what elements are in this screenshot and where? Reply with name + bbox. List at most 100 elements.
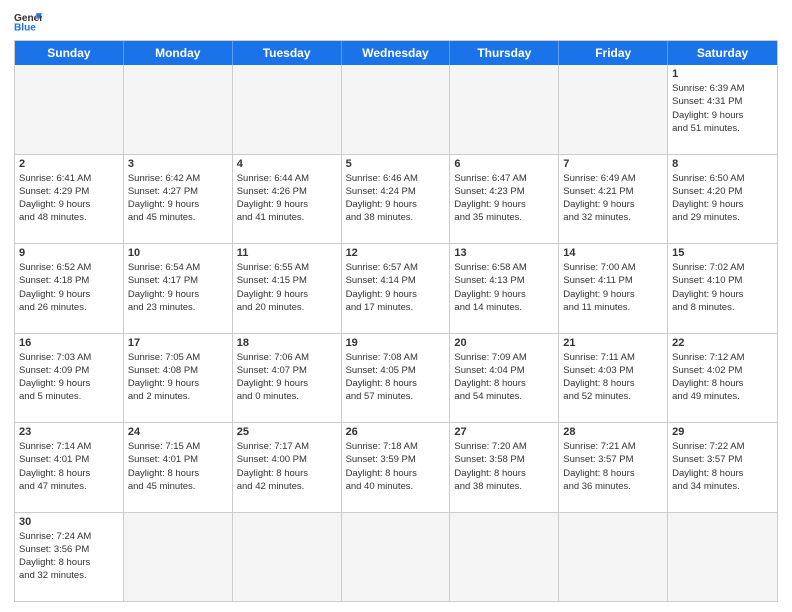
day-cell-21: 21 Sunrise: 7:11 AM Sunset: 4:03 PM Dayli… bbox=[559, 334, 668, 423]
day-cell-11: 11Sunrise: 6:55 AM Sunset: 4:15 PM Dayli… bbox=[233, 244, 342, 333]
week-row-2: 2 Sunrise: 6:41 AM Sunset: 4:29 PM Daylig… bbox=[15, 155, 777, 245]
day-cell-2: 2 Sunrise: 6:41 AM Sunset: 4:29 PM Daylig… bbox=[15, 155, 124, 244]
week-row-1: 1 Sunrise: 6:39 AM Sunset: 4:31 PM Daylig… bbox=[15, 65, 777, 155]
day-info: Sunrise: 7:08 AM Sunset: 4:05 PM Dayligh… bbox=[346, 351, 446, 404]
day-cell-empty bbox=[559, 513, 668, 602]
day-number: 28 bbox=[563, 426, 663, 438]
day-info: Sunrise: 6:41 AM Sunset: 4:29 PM Dayligh… bbox=[19, 172, 119, 225]
day-cell-5: 5 Sunrise: 6:46 AM Sunset: 4:24 PM Daylig… bbox=[342, 155, 451, 244]
day-headers-row: SundayMondayTuesdayWednesdayThursdayFrid… bbox=[15, 41, 777, 65]
day-info: Sunrise: 6:42 AM Sunset: 4:27 PM Dayligh… bbox=[128, 172, 228, 225]
day-cell-28: 28 Sunrise: 7:21 AM Sunset: 3:57 PM Dayli… bbox=[559, 423, 668, 512]
day-cell-empty bbox=[450, 513, 559, 602]
day-number: 17 bbox=[128, 337, 228, 349]
day-info: Sunrise: 7:21 AM Sunset: 3:57 PM Dayligh… bbox=[563, 440, 663, 493]
day-info: Sunrise: 7:18 AM Sunset: 3:59 PM Dayligh… bbox=[346, 440, 446, 493]
day-cell-7: 7Sunrise: 6:49 AM Sunset: 4:21 PM Daylig… bbox=[559, 155, 668, 244]
day-info: Sunrise: 7:17 AM Sunset: 4:00 PM Dayligh… bbox=[237, 440, 337, 493]
day-header-tuesday: Tuesday bbox=[233, 41, 342, 65]
day-info: Sunrise: 7:06 AM Sunset: 4:07 PM Dayligh… bbox=[237, 351, 337, 404]
day-info: Sunrise: 6:50 AM Sunset: 4:20 PM Dayligh… bbox=[672, 172, 773, 225]
day-number: 10 bbox=[128, 247, 228, 259]
day-info: Sunrise: 7:09 AM Sunset: 4:04 PM Dayligh… bbox=[454, 351, 554, 404]
day-cell-10: 10Sunrise: 6:54 AM Sunset: 4:17 PM Dayli… bbox=[124, 244, 233, 333]
day-number: 16 bbox=[19, 337, 119, 349]
day-info: Sunrise: 7:24 AM Sunset: 3:56 PM Dayligh… bbox=[19, 530, 119, 583]
day-info: Sunrise: 7:02 AM Sunset: 4:10 PM Dayligh… bbox=[672, 261, 773, 314]
day-number: 30 bbox=[19, 516, 119, 528]
day-number: 19 bbox=[346, 337, 446, 349]
day-cell-30: 30 Sunrise: 7:24 AM Sunset: 3:56 PM Dayli… bbox=[15, 513, 124, 602]
day-number: 9 bbox=[19, 247, 119, 259]
day-info: Sunrise: 6:57 AM Sunset: 4:14 PM Dayligh… bbox=[346, 261, 446, 314]
day-info: Sunrise: 7:20 AM Sunset: 3:58 PM Dayligh… bbox=[454, 440, 554, 493]
day-info: Sunrise: 7:12 AM Sunset: 4:02 PM Dayligh… bbox=[672, 351, 773, 404]
day-info: Sunrise: 7:22 AM Sunset: 3:57 PM Dayligh… bbox=[672, 440, 773, 493]
day-cell-empty bbox=[124, 513, 233, 602]
day-number: 15 bbox=[672, 247, 773, 259]
day-number: 27 bbox=[454, 426, 554, 438]
generalblue-logo-icon: General Blue bbox=[14, 10, 42, 32]
day-info: Sunrise: 6:47 AM Sunset: 4:23 PM Dayligh… bbox=[454, 172, 554, 225]
day-cell-23: 23Sunrise: 7:14 AM Sunset: 4:01 PM Dayli… bbox=[15, 423, 124, 512]
day-number: 7 bbox=[563, 158, 663, 170]
day-cell-empty bbox=[342, 513, 451, 602]
page: General Blue SundayMondayTuesdayWednesda… bbox=[0, 0, 792, 612]
day-info: Sunrise: 6:39 AM Sunset: 4:31 PM Dayligh… bbox=[672, 82, 773, 135]
day-cell-6: 6 Sunrise: 6:47 AM Sunset: 4:23 PM Daylig… bbox=[450, 155, 559, 244]
day-number: 5 bbox=[346, 158, 446, 170]
day-cell-empty bbox=[559, 65, 668, 154]
day-number: 11 bbox=[237, 247, 337, 259]
day-header-monday: Monday bbox=[124, 41, 233, 65]
day-number: 24 bbox=[128, 426, 228, 438]
day-number: 3 bbox=[128, 158, 228, 170]
day-cell-9: 9 Sunrise: 6:52 AM Sunset: 4:18 PM Daylig… bbox=[15, 244, 124, 333]
day-info: Sunrise: 7:00 AM Sunset: 4:11 PM Dayligh… bbox=[563, 261, 663, 314]
day-cell-25: 25 Sunrise: 7:17 AM Sunset: 4:00 PM Dayli… bbox=[233, 423, 342, 512]
day-number: 21 bbox=[563, 337, 663, 349]
day-header-wednesday: Wednesday bbox=[342, 41, 451, 65]
day-cell-24: 24 Sunrise: 7:15 AM Sunset: 4:01 PM Dayli… bbox=[124, 423, 233, 512]
day-number: 25 bbox=[237, 426, 337, 438]
day-number: 22 bbox=[672, 337, 773, 349]
day-cell-4: 4Sunrise: 6:44 AM Sunset: 4:26 PM Daylig… bbox=[233, 155, 342, 244]
day-cell-14: 14 Sunrise: 7:00 AM Sunset: 4:11 PM Dayli… bbox=[559, 244, 668, 333]
day-cell-26: 26Sunrise: 7:18 AM Sunset: 3:59 PM Dayli… bbox=[342, 423, 451, 512]
day-info: Sunrise: 7:15 AM Sunset: 4:01 PM Dayligh… bbox=[128, 440, 228, 493]
day-info: Sunrise: 6:46 AM Sunset: 4:24 PM Dayligh… bbox=[346, 172, 446, 225]
day-number: 8 bbox=[672, 158, 773, 170]
day-info: Sunrise: 7:11 AM Sunset: 4:03 PM Dayligh… bbox=[563, 351, 663, 404]
day-number: 6 bbox=[454, 158, 554, 170]
week-row-4: 16 Sunrise: 7:03 AM Sunset: 4:09 PM Dayli… bbox=[15, 334, 777, 424]
day-number: 18 bbox=[237, 337, 337, 349]
day-cell-empty bbox=[233, 65, 342, 154]
day-number: 2 bbox=[19, 158, 119, 170]
day-info: Sunrise: 7:05 AM Sunset: 4:08 PM Dayligh… bbox=[128, 351, 228, 404]
day-info: Sunrise: 6:52 AM Sunset: 4:18 PM Dayligh… bbox=[19, 261, 119, 314]
day-info: Sunrise: 6:58 AM Sunset: 4:13 PM Dayligh… bbox=[454, 261, 554, 314]
day-cell-29: 29Sunrise: 7:22 AM Sunset: 3:57 PM Dayli… bbox=[668, 423, 777, 512]
logo: General Blue bbox=[14, 10, 42, 32]
day-number: 1 bbox=[672, 68, 773, 80]
calendar: SundayMondayTuesdayWednesdayThursdayFrid… bbox=[14, 40, 778, 602]
header: General Blue bbox=[14, 10, 778, 32]
day-number: 12 bbox=[346, 247, 446, 259]
day-number: 14 bbox=[563, 247, 663, 259]
day-cell-empty bbox=[450, 65, 559, 154]
day-cell-17: 17 Sunrise: 7:05 AM Sunset: 4:08 PM Dayli… bbox=[124, 334, 233, 423]
day-cell-27: 27 Sunrise: 7:20 AM Sunset: 3:58 PM Dayli… bbox=[450, 423, 559, 512]
day-cell-empty bbox=[668, 513, 777, 602]
day-cell-1: 1 Sunrise: 6:39 AM Sunset: 4:31 PM Daylig… bbox=[668, 65, 777, 154]
day-number: 4 bbox=[237, 158, 337, 170]
day-cell-13: 13 Sunrise: 6:58 AM Sunset: 4:13 PM Dayli… bbox=[450, 244, 559, 333]
day-info: Sunrise: 7:03 AM Sunset: 4:09 PM Dayligh… bbox=[19, 351, 119, 404]
week-row-3: 9 Sunrise: 6:52 AM Sunset: 4:18 PM Daylig… bbox=[15, 244, 777, 334]
day-number: 13 bbox=[454, 247, 554, 259]
day-cell-12: 12 Sunrise: 6:57 AM Sunset: 4:14 PM Dayli… bbox=[342, 244, 451, 333]
day-cell-16: 16 Sunrise: 7:03 AM Sunset: 4:09 PM Dayli… bbox=[15, 334, 124, 423]
day-header-sunday: Sunday bbox=[15, 41, 124, 65]
week-row-6: 30 Sunrise: 7:24 AM Sunset: 3:56 PM Dayli… bbox=[15, 513, 777, 602]
day-cell-19: 19 Sunrise: 7:08 AM Sunset: 4:05 PM Dayli… bbox=[342, 334, 451, 423]
day-header-thursday: Thursday bbox=[450, 41, 559, 65]
day-info: Sunrise: 7:14 AM Sunset: 4:01 PM Dayligh… bbox=[19, 440, 119, 493]
